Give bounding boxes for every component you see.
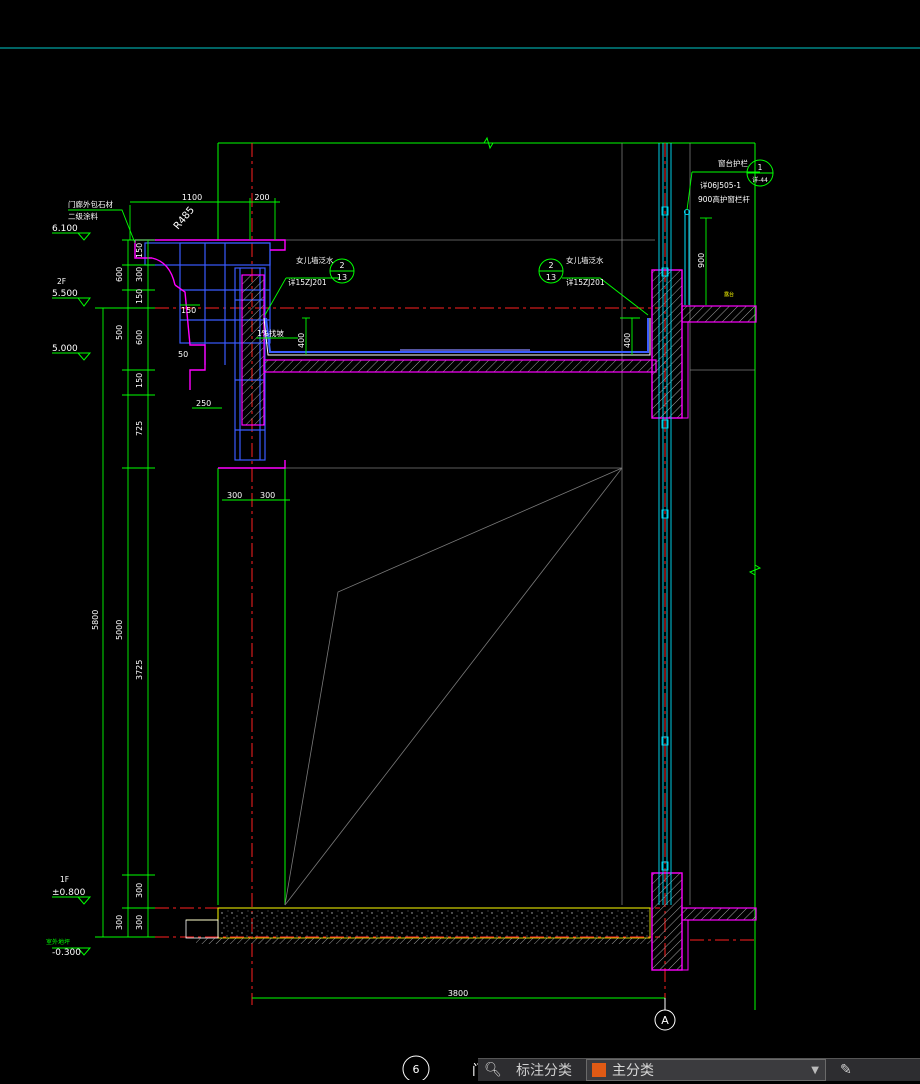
- axis-bubble-a: A: [654, 998, 676, 1031]
- note-parapet-ref-right: 详15ZJ201: [566, 277, 605, 287]
- pencil-icon[interactable]: ✎: [840, 1062, 852, 1078]
- level-1f: 1F: [60, 875, 69, 884]
- dim-150c: 150: [181, 306, 196, 315]
- dim-5800: 5800: [91, 610, 100, 630]
- note-railing: 窗台护栏: [718, 158, 748, 168]
- bubble-left-bottom: 13: [337, 273, 347, 282]
- layer-status-panel: 🔍︎ 标注分类 主分类 ▼ ✎: [478, 1058, 920, 1081]
- dim-150b: 150: [135, 289, 144, 304]
- dim-1100: 1100: [182, 193, 202, 202]
- roof-slab: [263, 317, 657, 373]
- note-door-head: 门廊外包石材: [68, 199, 113, 209]
- chevron-down-icon: ▼: [811, 1064, 819, 1076]
- bubble-right-bottom: 13: [546, 273, 556, 282]
- dim-200: 200: [254, 193, 269, 202]
- bubble-railing-top: 1: [758, 163, 763, 172]
- section-number: 6: [413, 1063, 420, 1076]
- bubble-right-top: 2: [548, 261, 553, 270]
- layer-name: 主分类: [612, 1063, 654, 1079]
- level-6100: 6.100: [52, 224, 78, 234]
- dimension-category-label[interactable]: 标注分类: [508, 1060, 580, 1080]
- dim-150a: 150: [135, 243, 144, 258]
- dim-400b: 400: [623, 333, 632, 348]
- dim-300d: 300: [135, 883, 144, 898]
- level-markers: [52, 232, 92, 956]
- layer-color-swatch: [592, 1063, 606, 1077]
- dim-300b: 300: [227, 491, 242, 500]
- dim-900: 900: [697, 253, 706, 268]
- dim-400a: 400: [297, 333, 306, 348]
- dim-725: 725: [135, 421, 144, 436]
- axis-label-a: A: [661, 1014, 669, 1027]
- bubble-railing-bottom: 详-44: [752, 176, 768, 184]
- ground: [185, 907, 652, 944]
- level-0800: ±0.800: [52, 888, 86, 898]
- note-paint: 二级涂料: [68, 211, 98, 221]
- dim-300a: 300: [135, 267, 144, 282]
- layer-dropdown[interactable]: 主分类 ▼: [586, 1059, 826, 1081]
- column-left: [241, 274, 265, 426]
- dim-600b: 600: [135, 330, 144, 345]
- detail-bubble-railing: 1 详-44: [746, 159, 774, 187]
- dim-250: 250: [196, 399, 211, 408]
- bottom-level-note: 室外地坪: [46, 938, 70, 946]
- level-labels: 6.100 2F 5.500 5.000 1F ±0.800 室外地坪 -0.3…: [46, 224, 86, 958]
- annotation-texts: 门廊外包石材 二级涂料 女儿墙泛水 详15ZJ201 女儿墙泛水 详15ZJ20…: [68, 158, 750, 338]
- cad-viewport[interactable]: 2 13 2 13 1 详-44 A 6 门 6.100 2F 5.500 5.…: [0, 0, 920, 1083]
- detail-bubble-left: 2 13: [329, 258, 355, 284]
- railing: [684, 209, 690, 305]
- dim-50: 50: [178, 350, 188, 359]
- dimension-texts: 1100 200 R485 600 300 150 150 150 500 60…: [91, 193, 706, 998]
- note-parapet-ref-left: 详15ZJ201: [288, 277, 327, 287]
- note-railing-height: 900高护窗栏杆: [698, 194, 750, 204]
- cad-drawing[interactable]: 2 13 2 13 1 详-44 A 6 门 6.100 2F 5.500 5.…: [0, 0, 920, 1083]
- bubble-left-top: 2: [339, 261, 344, 270]
- dim-500: 500: [115, 325, 124, 340]
- level-2f: 2F: [57, 277, 66, 286]
- binoculars-icon[interactable]: 🔍︎: [478, 1062, 508, 1078]
- dim-300c: 300: [260, 491, 275, 500]
- note-railing-ref: 详06J505-1: [700, 180, 741, 190]
- dim-300e: 300: [115, 915, 124, 930]
- section-number-bubble: 6 门: [402, 1055, 486, 1083]
- dim-300f: 300: [135, 915, 144, 930]
- dim-3800: 3800: [448, 989, 468, 998]
- level-5000: 5.000: [52, 344, 78, 354]
- note-parapet-left: 女儿墙泛水: [296, 255, 334, 265]
- detail-bubble-right: 2 13: [538, 258, 564, 284]
- dim-600a: 600: [115, 267, 124, 282]
- dim-3725: 3725: [135, 660, 144, 680]
- dim-5000: 5000: [115, 620, 124, 640]
- dim-150d: 150: [135, 373, 144, 388]
- dim-r485: R485: [172, 205, 197, 232]
- level-5500: 5.500: [52, 289, 78, 299]
- note-slope: 1%找坡: [257, 328, 284, 338]
- note-small: 露台: [724, 291, 734, 298]
- note-parapet-right: 女儿墙泛水: [566, 255, 604, 265]
- level-m0300: -0.300: [52, 948, 81, 958]
